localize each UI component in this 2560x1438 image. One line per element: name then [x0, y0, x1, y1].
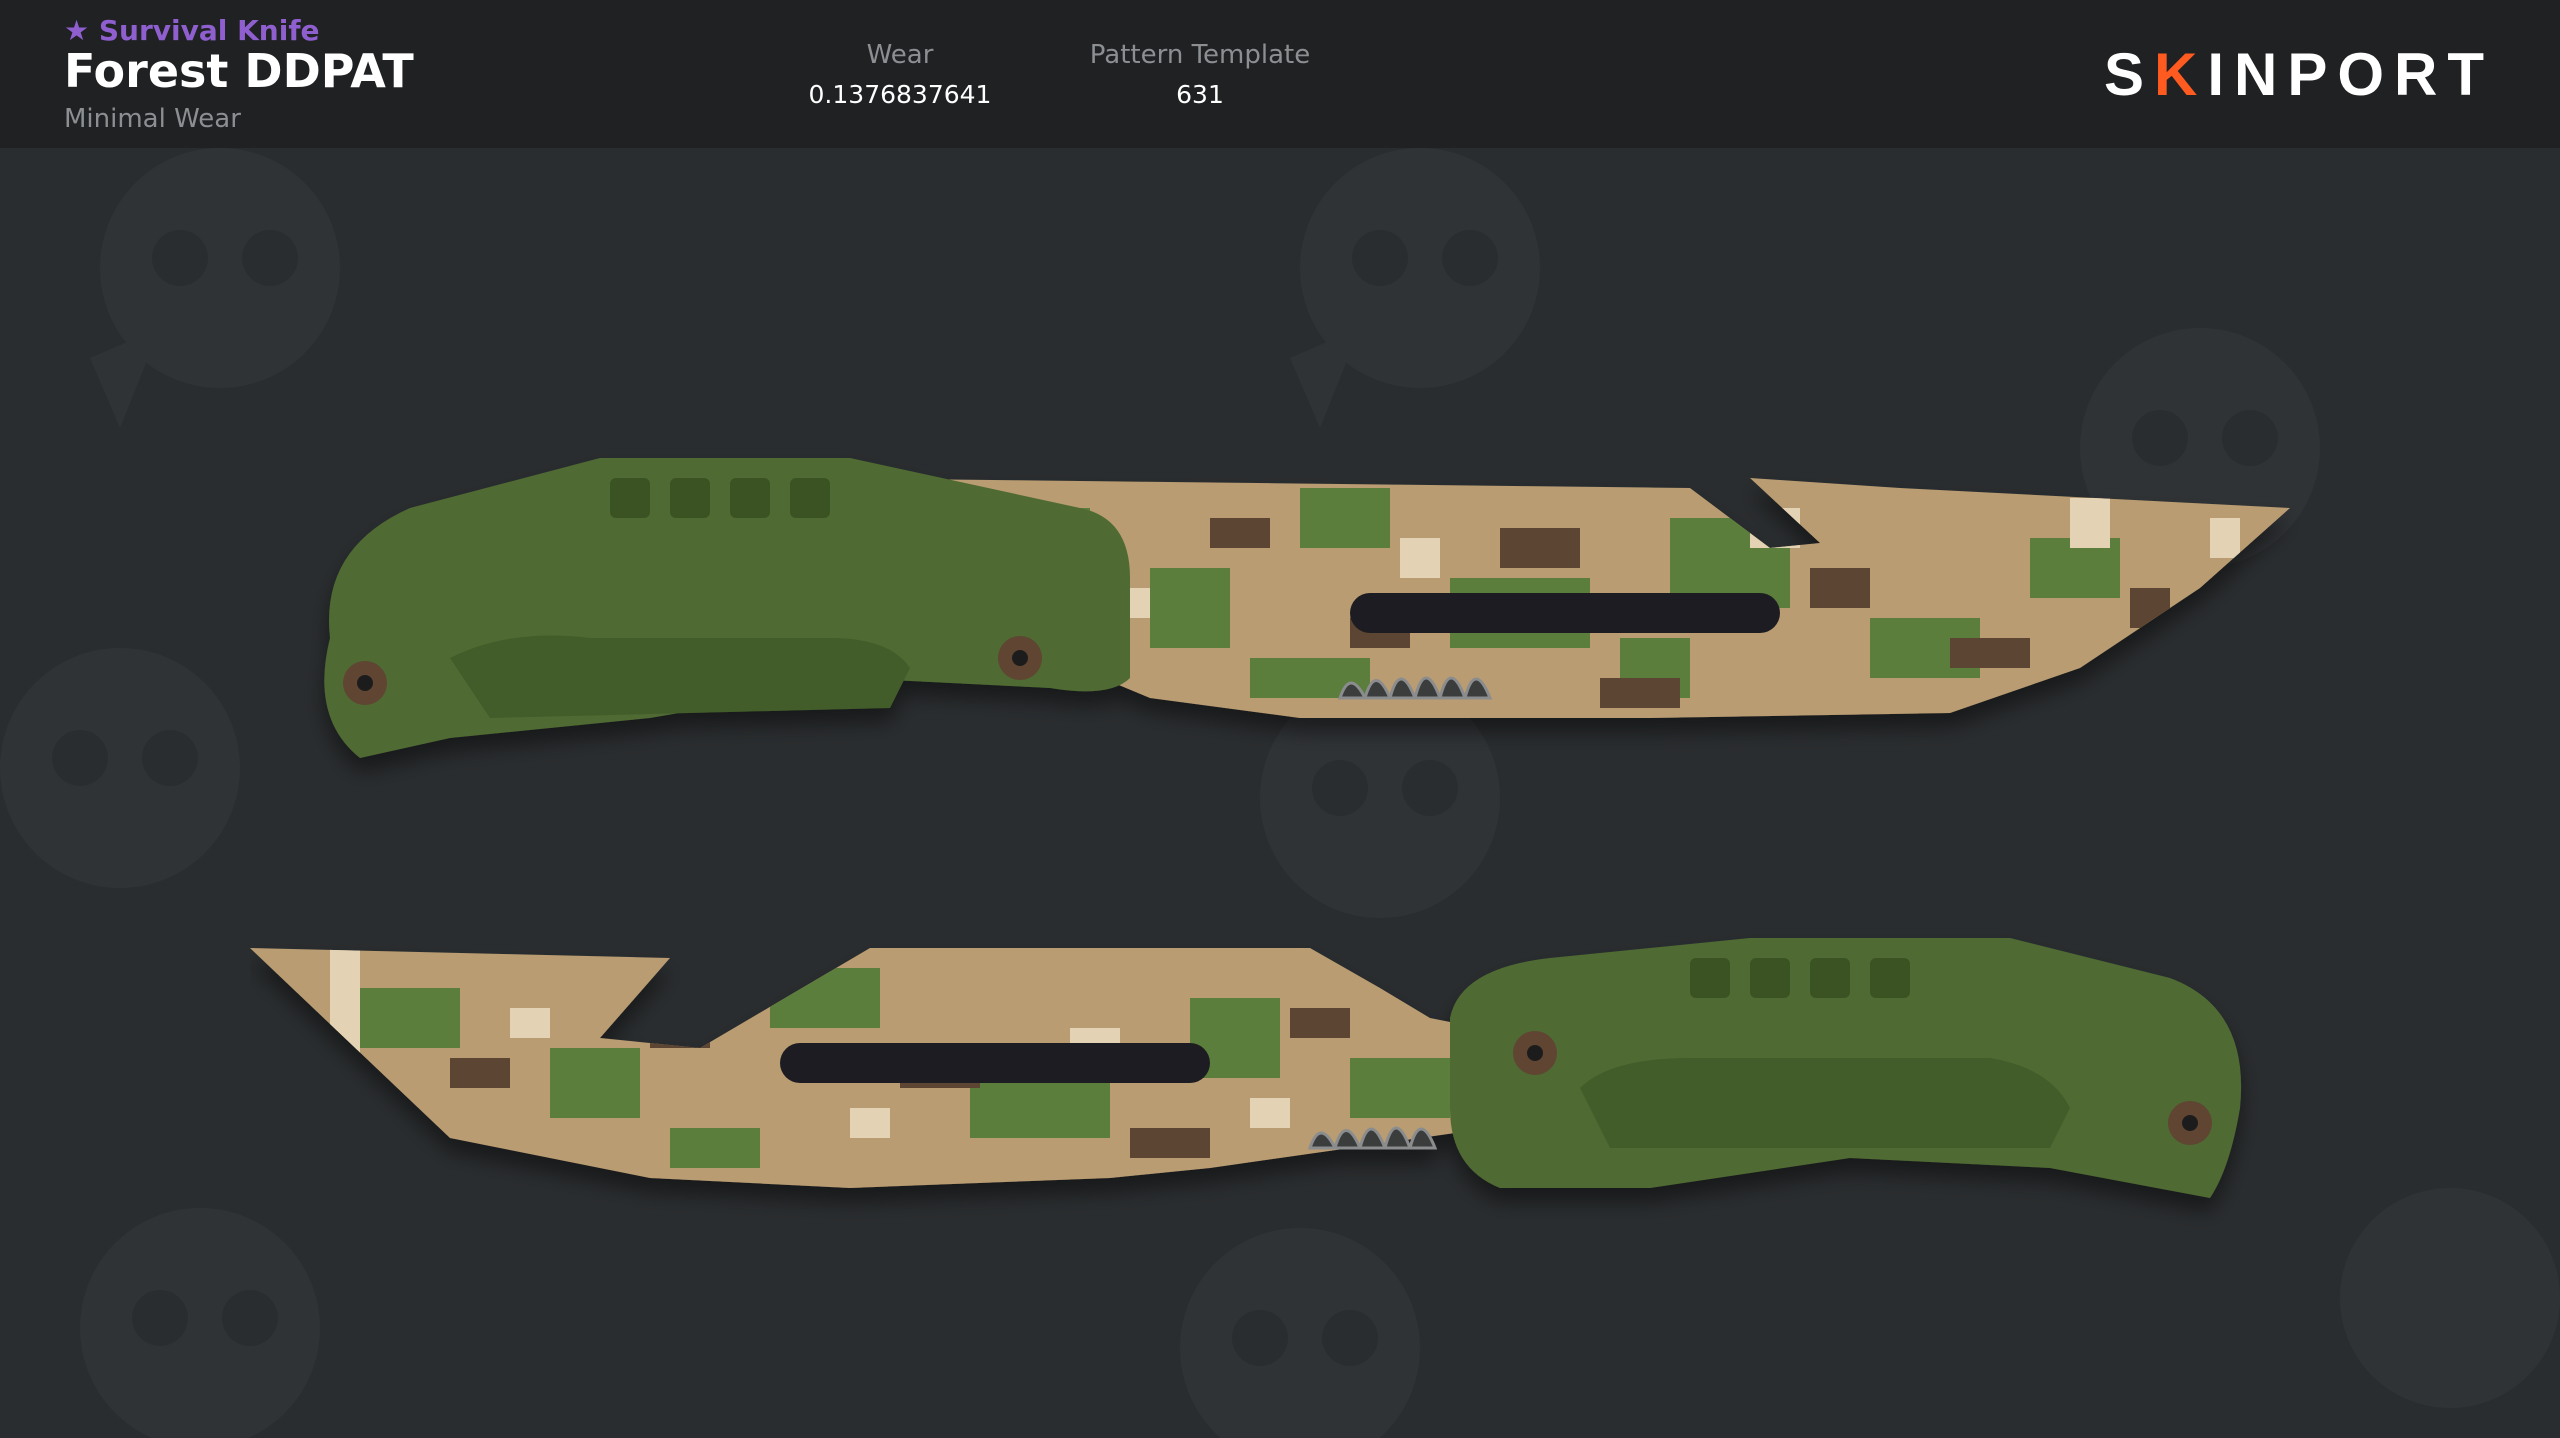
wear-stat: Wear 0.1376837641 [790, 40, 1010, 109]
wear-label: Wear [866, 40, 934, 70]
wear-value: 0.1376837641 [808, 80, 992, 109]
item-exterior: Minimal Wear [64, 104, 241, 134]
item-type-label: Survival Knife [98, 14, 320, 47]
pattern-label: Pattern Template [1089, 40, 1311, 70]
skinport-logo: SKINPORT [2103, 41, 2494, 108]
star-icon: ★ [64, 14, 90, 47]
pattern-value: 631 [1176, 80, 1224, 109]
knife-side-a [324, 458, 2290, 758]
knife-side-b [250, 938, 2242, 1198]
item-type: ★ Survival Knife [64, 14, 320, 47]
item-name: Forest DDPAT [64, 44, 414, 98]
item-header: ★ Survival Knife Forest DDPAT Minimal We… [0, 0, 2560, 148]
knife-preview [0, 148, 2560, 1438]
pattern-stat: Pattern Template 631 [1070, 40, 1330, 109]
